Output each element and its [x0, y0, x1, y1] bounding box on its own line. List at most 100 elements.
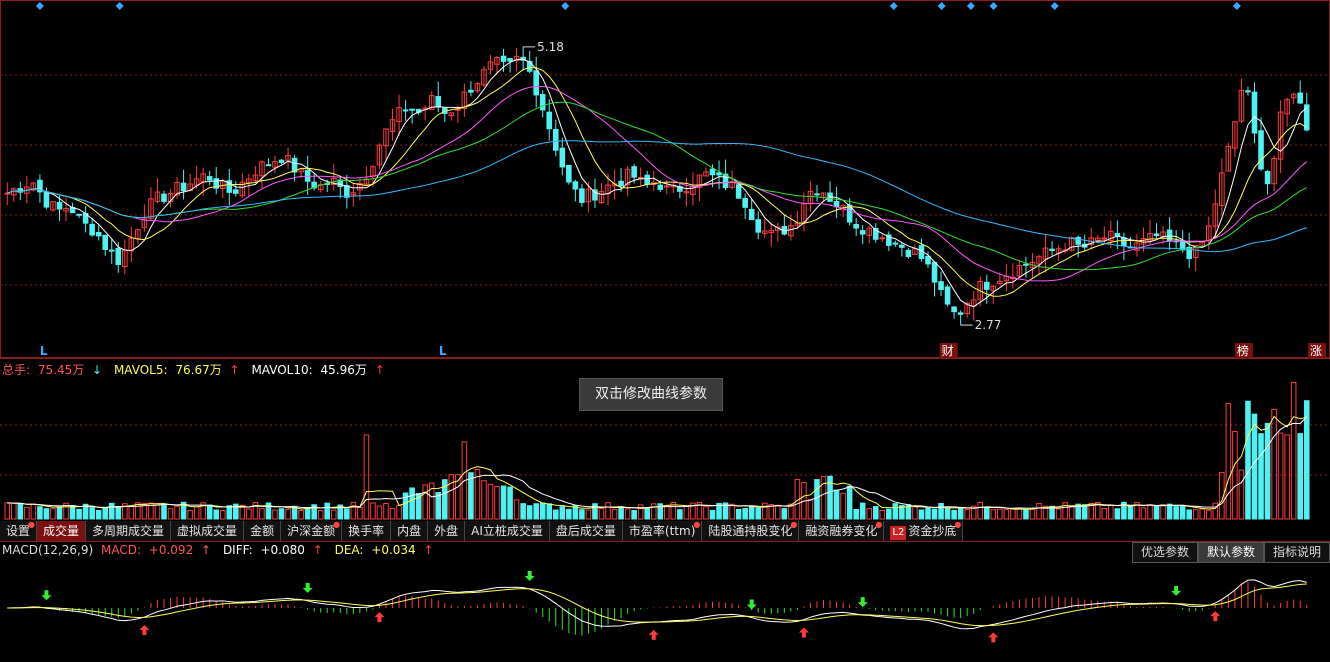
- volume-bar: [1277, 432, 1284, 520]
- volume-bar: [507, 486, 513, 520]
- macd-panel[interactable]: [0, 560, 1330, 662]
- volume-bar: [1068, 505, 1075, 520]
- candle-body: [206, 176, 213, 181]
- candle-body: [1114, 232, 1121, 237]
- candle-body: [559, 147, 566, 168]
- volume-bar: [892, 503, 899, 520]
- volume-bar: [742, 508, 748, 520]
- volume-bar: [1290, 381, 1297, 520]
- tab-9[interactable]: AI立桩成交量: [465, 521, 550, 541]
- candle-body: [1049, 248, 1055, 251]
- candle-body: [657, 184, 664, 190]
- low-price-label: 2.77: [975, 318, 1002, 332]
- volume-bar: [637, 504, 644, 520]
- tab-label: 市盈率(ttm): [628, 524, 696, 538]
- volume-bar: [951, 509, 957, 520]
- event-tag-label: 财: [942, 344, 954, 358]
- volume-bar: [1199, 508, 1206, 520]
- volume-bar: [50, 508, 56, 520]
- volume-bar: [997, 508, 1003, 520]
- tab-2[interactable]: 多周期成交量: [86, 521, 172, 541]
- volume-bar: [246, 508, 252, 520]
- volume-bar: [298, 510, 304, 520]
- volume-bar: [389, 507, 396, 520]
- golden-cross-arrow-icon: [1210, 611, 1221, 622]
- volume-bar: [17, 503, 24, 520]
- volume-bar: [76, 508, 82, 520]
- candle-body: [43, 191, 50, 208]
- candle-body: [95, 231, 102, 237]
- volume-bar: [1160, 504, 1166, 520]
- tab-10[interactable]: 盘后成交量: [549, 521, 623, 541]
- tab-4[interactable]: 金额: [244, 521, 282, 541]
- golden-cross-arrow-icon: [798, 627, 809, 638]
- candle-body: [709, 168, 716, 176]
- volume-bar: [605, 502, 611, 520]
- tab-3[interactable]: 虚拟成交量: [171, 521, 245, 541]
- candle-body: [304, 169, 311, 182]
- candle-body: [1251, 91, 1258, 134]
- volume-bar: [703, 506, 709, 520]
- volume-bar: [317, 509, 324, 520]
- volume-bar: [409, 487, 415, 520]
- candle-body: [631, 166, 637, 178]
- volume-bar: [964, 508, 970, 520]
- tab-8[interactable]: 外盘: [428, 521, 466, 541]
- candle-body: [1121, 237, 1127, 247]
- volume-bar: [644, 507, 650, 520]
- candle-body: [402, 109, 409, 112]
- candle-body: [899, 244, 905, 248]
- volume-bar: [735, 508, 742, 520]
- volume-bar: [624, 508, 631, 520]
- volume-bar: [154, 503, 161, 520]
- volume-bar: [1023, 509, 1029, 520]
- volume-bar: [95, 509, 102, 520]
- tab-13[interactable]: 融资融券变化 ●: [799, 521, 885, 541]
- tab-0[interactable]: 设置 ●: [0, 521, 38, 541]
- tab-label: 成交量: [43, 524, 80, 538]
- stock-chart-window: 5.18 2.77 L L 财榜涨 总手: 75.45万 ↓ MAVOL5: 76.67…: [0, 0, 1330, 662]
- price-candlestick-panel[interactable]: 5.18 2.77 L L 财 榜 涨: [0, 0, 1330, 358]
- volume-bar: [683, 506, 690, 520]
- volume-bar: [69, 504, 76, 520]
- candle-body: [108, 249, 115, 252]
- up-arrow-icon: ↑: [312, 543, 323, 557]
- tab-11[interactable]: 市盈率(ttm) ●: [622, 520, 703, 541]
- tab-12[interactable]: 陆股通持股变化 ●: [702, 521, 800, 541]
- candle-body: [983, 281, 990, 290]
- volume-bar: [1264, 422, 1271, 520]
- candle-body: [500, 55, 507, 62]
- tab-5[interactable]: 沪深金额 ●: [281, 521, 343, 541]
- candle-body: [742, 197, 748, 208]
- volume-bar: [324, 502, 331, 520]
- diff-value: +0.080: [260, 543, 305, 557]
- candle-body: [618, 180, 624, 187]
- candle-body: [507, 57, 513, 62]
- volume-bar: [807, 498, 814, 520]
- candle-body: [735, 184, 742, 199]
- ma60-line: [7, 140, 1307, 253]
- candle-body: [879, 237, 886, 240]
- volume-bar: [983, 507, 990, 520]
- tab-7[interactable]: 内盘: [391, 521, 429, 541]
- l2-badge: L2: [890, 526, 907, 540]
- volume-bar: [330, 509, 337, 520]
- tab-14[interactable]: L2 资金抄底 ●: [884, 521, 964, 541]
- notification-dot-icon: ●: [693, 520, 701, 529]
- event-diamond-icon: [889, 2, 898, 10]
- volume-bar: [840, 492, 846, 520]
- volume-bar: [957, 507, 964, 520]
- volume-bar: [1297, 433, 1303, 520]
- volume-bar: [370, 502, 376, 520]
- volume-bar: [539, 502, 546, 520]
- volume-bar: [1225, 402, 1232, 520]
- tab-1[interactable]: 成交量: [37, 521, 87, 541]
- candle-body: [265, 164, 272, 167]
- tab-6[interactable]: 换手率: [342, 521, 392, 541]
- volume-bar: [102, 507, 109, 520]
- volume-bar: [213, 509, 220, 520]
- volume-bar: [1010, 508, 1016, 520]
- volume-bar: [598, 508, 605, 520]
- event-diamond-icon: [937, 2, 946, 10]
- volume-bar: [481, 480, 487, 520]
